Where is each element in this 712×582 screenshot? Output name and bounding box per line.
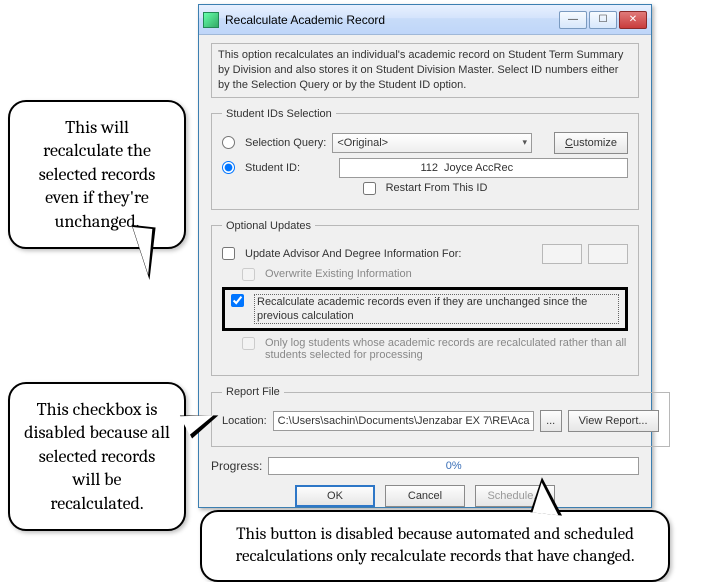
restart-checkbox[interactable] — [363, 182, 376, 195]
advisor-field-2[interactable] — [588, 244, 628, 264]
selection-query-dropdown[interactable]: <Original> ▾ — [332, 133, 532, 153]
only-log-checkbox — [242, 337, 255, 350]
ok-button[interactable]: OK — [295, 485, 375, 507]
app-icon — [203, 12, 219, 28]
student-id-value: 112 — [344, 162, 444, 174]
student-ids-group: Student IDs Selection Selection Query: <… — [211, 108, 639, 210]
location-field[interactable]: C:\Users\sachin\Documents\Jenzabar EX 7\… — [273, 411, 534, 431]
student-ids-legend: Student IDs Selection — [222, 108, 336, 120]
progress-label: Progress: — [211, 459, 262, 473]
student-id-name: Joyce AccRec — [444, 162, 623, 174]
window-title: Recalculate Academic Record — [225, 13, 557, 27]
description-text: This option recalculates an individual's… — [211, 43, 639, 98]
callout-disabled-button: This button is disabled because automate… — [200, 510, 670, 582]
recalculate-highlight: Recalculate academic records even if the… — [222, 287, 628, 332]
update-advisor-checkbox[interactable] — [222, 247, 235, 260]
minimize-button[interactable]: — — [559, 11, 587, 29]
browse-button[interactable]: ... — [540, 410, 562, 432]
optional-updates-legend: Optional Updates — [222, 220, 315, 232]
overwrite-label: Overwrite Existing Information — [265, 268, 412, 280]
report-file-group: Report File Location: C:\Users\sachin\Do… — [211, 386, 670, 447]
close-button[interactable]: ✕ — [619, 11, 647, 29]
selection-query-value: <Original> — [337, 137, 388, 149]
recalculate-unchanged-checkbox[interactable] — [231, 294, 244, 307]
report-file-legend: Report File — [222, 386, 284, 398]
view-report-button[interactable]: View Report... — [568, 410, 659, 432]
progress-bar: 0% — [268, 457, 639, 475]
callout-recalculate-text: This will recalculate the selected recor… — [39, 117, 156, 232]
selection-query-radio[interactable] — [222, 136, 235, 149]
callout-disabled-checkbox-text: This checkbox is disabled because all se… — [24, 399, 170, 514]
update-advisor-label: Update Advisor And Degree Information Fo… — [245, 248, 536, 260]
advisor-field-1[interactable] — [542, 244, 582, 264]
callout-recalculate: This will recalculate the selected recor… — [8, 100, 186, 249]
recalculate-unchanged-label: Recalculate academic records even if the… — [254, 294, 619, 325]
student-id-label: Student ID: — [245, 162, 333, 174]
client-area: This option recalculates an individual's… — [199, 35, 651, 515]
callout-disabled-checkbox: This checkbox is disabled because all se… — [8, 382, 186, 531]
only-log-label: Only log students whose academic records… — [265, 337, 628, 361]
student-id-field[interactable]: 112 Joyce AccRec — [339, 158, 628, 178]
progress-value: 0% — [446, 460, 462, 472]
callout-disabled-button-text: This button is disabled because automate… — [236, 525, 635, 566]
selection-query-label: Selection Query: — [245, 137, 326, 149]
cancel-button[interactable]: Cancel — [385, 485, 465, 507]
dialog-window: Recalculate Academic Record — ☐ ✕ This o… — [198, 4, 652, 508]
optional-updates-group: Optional Updates Update Advisor And Degr… — [211, 220, 639, 377]
location-label: Location: — [222, 415, 267, 427]
restart-label: Restart From This ID — [386, 182, 488, 194]
customize-button[interactable]: CCustomizeustomize — [554, 132, 628, 154]
overwrite-checkbox — [242, 268, 255, 281]
student-id-radio[interactable] — [222, 161, 235, 174]
titlebar[interactable]: Recalculate Academic Record — ☐ ✕ — [199, 5, 651, 35]
chevron-down-icon: ▾ — [522, 137, 527, 148]
location-value: C:\Users\sachin\Documents\Jenzabar EX 7\… — [278, 415, 530, 427]
maximize-button[interactable]: ☐ — [589, 11, 617, 29]
